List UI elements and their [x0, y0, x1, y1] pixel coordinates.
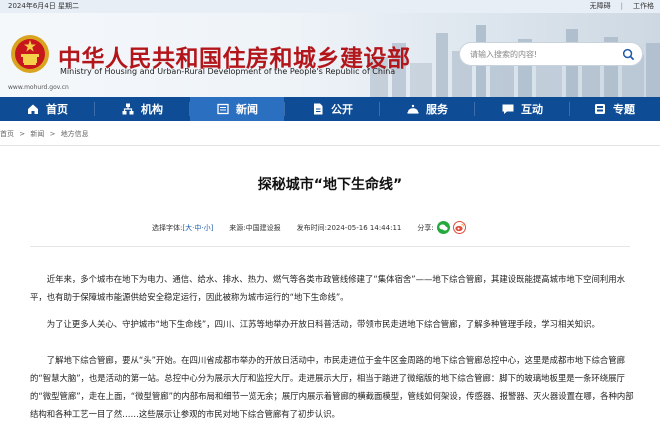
search-input[interactable]: 请输入搜索的内容!	[459, 42, 643, 66]
nav-item-label: 首页	[46, 103, 68, 116]
service-icon	[407, 104, 419, 114]
weibo-icon[interactable]	[452, 221, 466, 234]
article-paragraph: 为了让更多人关心、守护城市“地下生命线”，四川、江苏等地举办开放日科普活动，带领…	[46, 319, 600, 329]
breadcrumb-divider	[0, 145, 660, 146]
top-link-separator: |	[620, 2, 623, 10]
published-value: 2024-05-16 14:44:11	[327, 223, 402, 232]
org-icon	[122, 103, 134, 115]
nav-item-home[interactable]: 首页	[0, 97, 94, 121]
nav-item-public[interactable]: 公开	[285, 97, 379, 121]
nav-item-service[interactable]: 服务	[380, 97, 474, 121]
accessibility-link[interactable]: 无障碍	[590, 1, 611, 11]
article-paragraph: 了解地下综合管廊，要从“头”开始。在四川省成都市举办的开放日活动中，市民走进位于…	[30, 355, 634, 419]
font-size-small[interactable]: 小	[204, 223, 211, 233]
english-link[interactable]: 工作格	[633, 1, 654, 11]
article-meta: 选择字体: [ 大 · 中 · 小 ] 来源: 中国建设报 发布时间: 2024…	[152, 221, 466, 234]
breadcrumb-local-info[interactable]: 地方信息	[61, 130, 89, 138]
topic-icon	[595, 104, 605, 114]
main-nav: 首页 机构 新闻 公开 服务 互动 专题	[0, 97, 660, 121]
article-title: 探秘城市“地下生命线”	[257, 177, 403, 193]
breadcrumb: 首页 > 新闻 > 地方信息	[0, 129, 92, 139]
breadcrumb-separator: >	[49, 130, 56, 138]
nav-item-label: 服务	[426, 103, 448, 116]
site-url: www.mohurd.gov.cn	[8, 84, 69, 91]
nav-item-label: 专题	[613, 103, 635, 116]
breadcrumb-separator: >	[19, 130, 26, 138]
published-label: 发布时间:	[296, 223, 328, 232]
source-label: 来源:	[229, 223, 246, 232]
nav-item-interact[interactable]: 互动	[475, 97, 569, 121]
current-date: 2024年6月4日 星期二	[8, 2, 79, 10]
meta-divider	[30, 246, 630, 247]
font-size-medium[interactable]: 中	[194, 223, 201, 233]
nav-item-news[interactable]: 新闻	[190, 97, 284, 121]
wechat-icon[interactable]	[436, 221, 450, 234]
nav-item-org[interactable]: 机构	[95, 97, 189, 121]
news-icon	[217, 103, 229, 115]
nav-item-label: 新闻	[236, 103, 258, 116]
home-icon	[28, 104, 38, 114]
nav-item-label: 公开	[331, 103, 353, 116]
chat-icon	[502, 104, 514, 114]
nav-item-topic[interactable]: 专题	[570, 97, 658, 121]
top-links: 无障碍 | 工作格	[590, 1, 654, 11]
nav-item-label: 机构	[141, 103, 163, 116]
nav-item-label: 互动	[521, 103, 543, 116]
top-utility-bar: 2024年6月4日 星期二 无障碍 | 工作格	[0, 0, 660, 13]
font-size-close-bracket: ]	[210, 223, 214, 232]
document-icon	[314, 103, 323, 115]
source-value: 中国建设报	[245, 223, 281, 232]
article-paragraph: 近年来，多个城市在地下为电力、通信、给水、排水、热力、燃气等各类市政管线修建了“…	[30, 274, 625, 302]
site-title-english: Ministry of Housing and Urban-Rural Deve…	[60, 67, 396, 76]
breadcrumb-news[interactable]: 新闻	[30, 130, 44, 138]
search-icon[interactable]	[622, 48, 635, 61]
share-label: 分享:	[417, 223, 434, 232]
search-placeholder: 请输入搜索的内容!	[470, 50, 538, 59]
font-size-large[interactable]: 大	[185, 223, 192, 233]
font-size-label: 选择字体:	[152, 223, 183, 232]
breadcrumb-home[interactable]: 首页	[0, 130, 14, 138]
national-emblem-icon	[11, 35, 49, 73]
site-header: 中华人民共和国住房和城乡建设部 Ministry of Housing and …	[0, 13, 660, 97]
